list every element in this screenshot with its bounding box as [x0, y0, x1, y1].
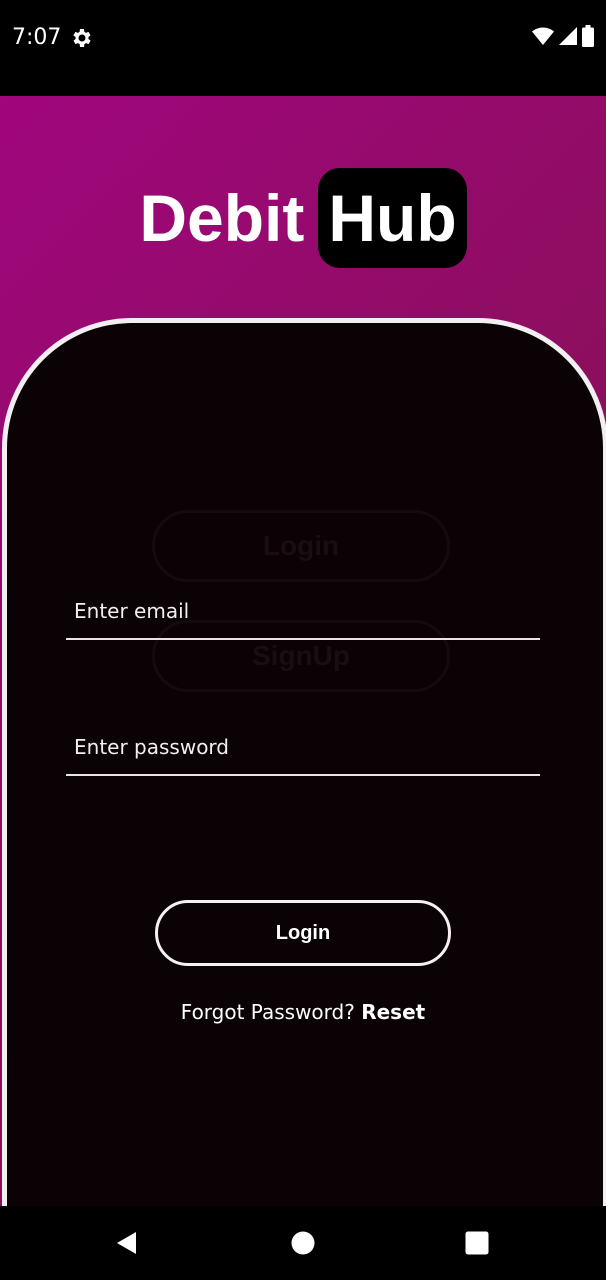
status-bar: 7:07 — [0, 0, 606, 96]
password-field-container — [66, 720, 540, 776]
logo-debit-text: Debit — [139, 181, 305, 255]
navigation-bar — [0, 1206, 606, 1280]
status-time: 7:07 — [12, 25, 62, 50]
app-background: Debit Hub Login SignUp Login Forgot Pass… — [0, 96, 606, 1206]
login-button[interactable]: Login — [155, 900, 451, 966]
signal-icon — [558, 26, 578, 50]
status-icons — [532, 25, 594, 51]
screen: 7:07 Debit Hub Login SignUp Enter email … — [0, 0, 606, 1280]
wifi-icon — [532, 26, 554, 50]
back-icon[interactable] — [114, 1230, 140, 1256]
reset-password-link[interactable]: Reset — [361, 1000, 425, 1024]
logo-hub-box: Hub — [318, 168, 467, 268]
battery-icon — [582, 25, 594, 51]
logo-hub-text: Hub — [328, 181, 457, 255]
settings-icon — [70, 26, 94, 50]
email-input[interactable] — [66, 584, 540, 638]
home-icon[interactable] — [291, 1231, 315, 1255]
forgot-password-row: Forgot Password? Reset — [0, 1000, 606, 1024]
ghost-login-tab[interactable]: Login — [152, 510, 450, 582]
app-logo: Debit Hub — [0, 168, 606, 268]
email-field-container — [66, 584, 540, 640]
forgot-password-text: Forgot Password? — [180, 1000, 362, 1024]
recents-icon[interactable] — [465, 1231, 489, 1255]
password-input[interactable] — [66, 720, 540, 774]
